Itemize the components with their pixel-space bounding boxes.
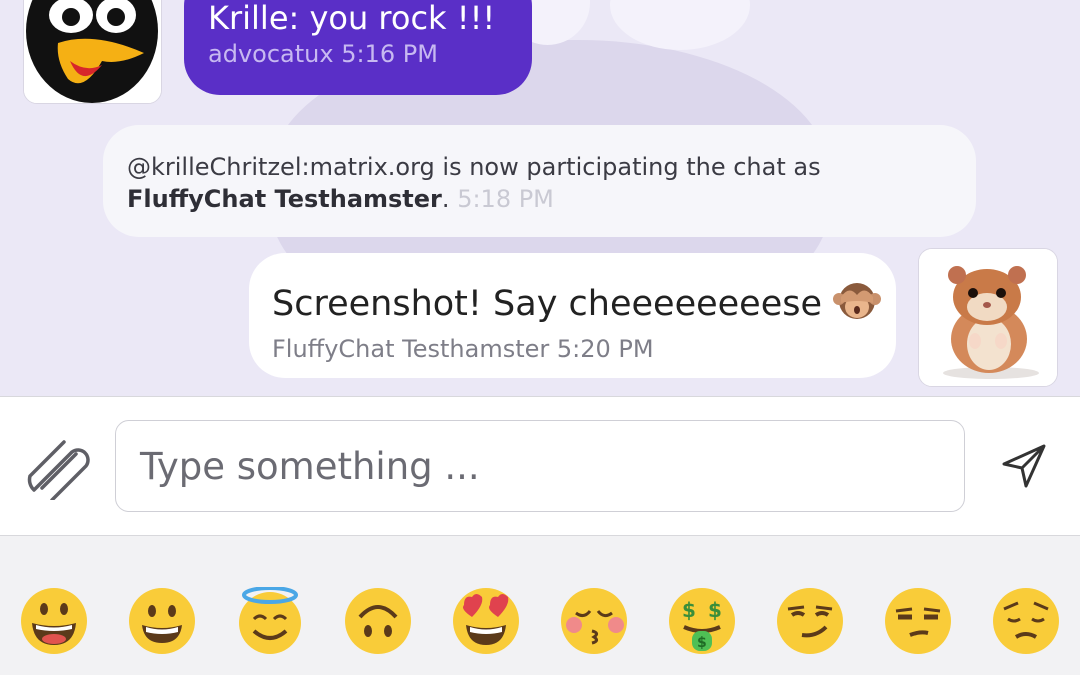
message-text: Screenshot! Say cheeeeeeeese	[272, 277, 896, 333]
message-sender: advocatux	[208, 40, 334, 68]
upside-down-face-icon[interactable]	[344, 587, 412, 655]
system-message-text: @krilleChritzel:matrix.org is now partic…	[127, 153, 821, 181]
chat-area[interactable]: Krille: you rock !!! advocatux 5:16 PM @…	[0, 0, 1080, 396]
svg-text:$: $	[708, 598, 722, 622]
message-text-content: Screenshot! Say cheeeeeeeese	[272, 284, 823, 324]
heart-eyes-icon[interactable]	[452, 587, 520, 655]
smirking-face-icon[interactable]	[776, 587, 844, 655]
message-text: Krille: you rock !!!	[208, 0, 496, 37]
display-name: FluffyChat Testhamster	[127, 185, 442, 213]
grinning-face-icon[interactable]	[128, 587, 196, 655]
message-time: 5:18 PM	[457, 185, 554, 213]
svg-text:$: $	[682, 598, 696, 622]
system-message-suffix: .	[441, 185, 450, 213]
hamster-avatar-icon[interactable]	[918, 248, 1058, 387]
svg-text:$: $	[697, 635, 707, 651]
paperclip-icon[interactable]	[22, 436, 94, 502]
message-meta: advocatux 5:16 PM	[208, 40, 532, 68]
message-sender: FluffyChat Testhamster	[272, 335, 550, 363]
money-mouth-face-icon[interactable]: $ $ $	[668, 587, 736, 655]
message-meta: FluffyChat Testhamster 5:20 PM	[272, 335, 896, 363]
input-placeholder: Type something ...	[140, 445, 480, 488]
see-no-evil-monkey-icon	[833, 277, 882, 333]
smiling-face-halo-icon[interactable]	[236, 586, 304, 655]
send-icon[interactable]	[998, 440, 1050, 492]
own-message-bubble[interactable]: Krille: you rock !!! advocatux 5:16 PM	[184, 0, 532, 95]
system-message-bubble: @krilleChritzel:matrix.org is now partic…	[103, 125, 976, 237]
message-input[interactable]: Type something ...	[115, 420, 965, 512]
unamused-face-icon[interactable]	[884, 587, 952, 655]
message-time: 5:20 PM	[556, 335, 654, 363]
incoming-message-bubble[interactable]: Screenshot! Say cheeeeeeeese FluffyChat …	[249, 253, 896, 378]
grinning-face-big-eyes-icon[interactable]	[20, 587, 88, 655]
message-time: 5:16 PM	[341, 40, 438, 68]
kissing-closed-eyes-icon[interactable]	[560, 587, 628, 655]
pensive-face-icon[interactable]	[992, 587, 1060, 655]
penguin-avatar-icon[interactable]	[23, 0, 162, 104]
